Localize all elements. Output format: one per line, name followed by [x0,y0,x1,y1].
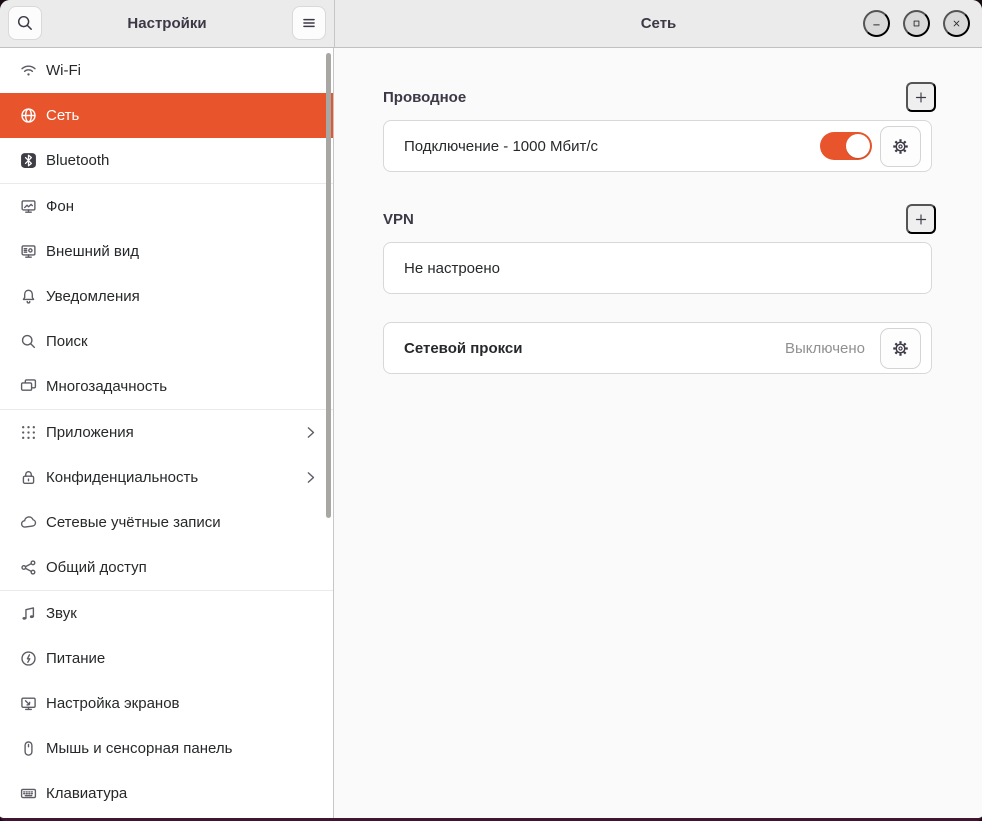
sidebar-item-label: Фон [46,198,319,215]
sidebar-item-network[interactable]: Сеть [0,93,333,138]
menu-button[interactable] [292,6,326,40]
sidebar-item-label: Питание [46,650,319,667]
sidebar-item-label: Общий доступ [46,559,319,576]
sidebar-item-background[interactable]: Фон [0,184,333,229]
wired-connection-row[interactable]: Подключение - 1000 Мбит/с [383,120,932,172]
sidebar-item-online-accounts[interactable]: Сетевые учётные записи [0,500,333,545]
search-icon [16,14,34,32]
content-header: Сеть [335,0,982,47]
sidebar-item-appearance[interactable]: Внешний вид [0,229,333,274]
add-vpn-button[interactable] [906,204,936,234]
minimize-icon [871,16,882,31]
wired-connection-label: Подключение - 1000 Мбит/с [404,138,820,155]
titlebar: Настройки Сеть [0,0,982,48]
page-title: Сеть [641,15,677,32]
sidebar-item-label: Bluetooth [46,152,319,169]
gear-icon [890,338,911,359]
sidebar-item-mouse[interactable]: Мышь и сенсорная панель [0,726,333,771]
sidebar-header: Настройки [0,0,335,47]
sidebar-item-search[interactable]: Поиск [0,319,333,364]
sidebar-item-multitasking[interactable]: Многозадачность [0,364,333,409]
vpn-section-title: VPN [383,211,414,228]
wired-settings-button[interactable] [880,126,921,167]
maximize-icon [911,16,922,31]
monitor-photo-icon [20,198,37,215]
vpn-section-header: VPN [383,208,932,230]
sidebar-item-apps[interactable]: Приложения [0,410,333,455]
sidebar-item-sharing[interactable]: Общий доступ [0,545,333,590]
wired-toggle[interactable] [820,132,872,160]
sidebar-item-label: Wi-Fi [46,62,319,79]
plus-icon [914,89,928,106]
plus-icon [914,211,928,228]
proxy-settings-button[interactable] [880,328,921,369]
hamburger-menu-icon [300,14,318,32]
music-note-icon [20,605,37,622]
sidebar-item-sound[interactable]: Звук [0,591,333,636]
sidebar-item-notifications[interactable]: Уведомления [0,274,333,319]
sidebar-item-label: Внешний вид [46,243,319,260]
app-grid-icon [20,424,37,441]
chevron-right-icon [302,469,319,486]
network-panel: Проводное Подключение - 1000 Мбит/с VPN [334,48,982,818]
display-icon [20,695,37,712]
bluetooth-icon [20,152,37,169]
wired-section-header: Проводное [383,86,932,108]
sidebar-item-label: Уведомления [46,288,319,305]
proxy-section: Сетевой прокси Выключено [383,322,932,374]
wired-section-title: Проводное [383,89,466,106]
sidebar-item-keyboard[interactable]: Клавиатура [0,771,333,816]
proxy-title: Сетевой прокси [404,340,785,357]
sidebar-item-label: Поиск [46,333,319,350]
vpn-empty-row: Не настроено [383,242,932,294]
power-icon [20,650,37,667]
sidebar-item-label: Многозадачность [46,378,319,395]
sidebar-item-label: Настройка экранов [46,695,319,712]
cloud-icon [20,514,37,531]
sidebar-list: Wi-Fi Сеть Bluetooth Фон Внешний вид Уведомле… [0,48,333,816]
proxy-status: Выключено [785,340,865,357]
sidebar-item-power[interactable]: Питание [0,636,333,681]
vpn-section: VPN Не настроено [383,208,932,294]
wired-section: Проводное Подключение - 1000 Мбит/с [383,86,932,172]
sidebar-item-label: Клавиатура [46,785,319,802]
close-button[interactable] [943,10,970,37]
mouse-icon [20,740,37,757]
proxy-row[interactable]: Сетевой прокси Выключено [383,322,932,374]
sidebar: Wi-Fi Сеть Bluetooth Фон Внешний вид Уведомле… [0,48,334,818]
sidebar-item-displays[interactable]: Настройка экранов [0,681,333,726]
sidebar-item-label: Сетевые учётные записи [46,514,319,531]
vpn-empty-label: Не настроено [404,260,921,277]
bell-icon [20,288,37,305]
add-wired-connection-button[interactable] [906,82,936,112]
sidebar-item-label: Мышь и сенсорная панель [46,740,319,757]
close-icon [951,16,962,31]
minimize-button[interactable] [863,10,890,37]
sidebar-scrollbar[interactable] [326,53,331,518]
sidebar-item-privacy[interactable]: Конфиденциальность [0,455,333,500]
magnifier-icon [20,333,37,350]
maximize-button[interactable] [903,10,930,37]
sidebar-item-label: Приложения [46,424,293,441]
share-icon [20,559,37,576]
sidebar-item-label: Звук [46,605,319,622]
appearance-icon [20,243,37,260]
chevron-right-icon [302,424,319,441]
sidebar-item-bluetooth[interactable]: Bluetooth [0,138,333,183]
sidebar-item-label: Сеть [46,107,319,124]
gear-icon [890,136,911,157]
wifi-icon [20,62,37,79]
overlapping-windows-icon [20,378,37,395]
window-controls [863,10,970,37]
sidebar-item-wifi[interactable]: Wi-Fi [0,48,333,93]
toggle-knob [846,134,870,158]
app-title: Настройки [127,15,206,32]
window-body: Wi-Fi Сеть Bluetooth Фон Внешний вид Уведомле… [0,48,982,818]
settings-window: Настройки Сеть Wi-Fi Сеть Bluetooth Фон Внеш… [0,0,982,821]
sidebar-item-label: Конфиденциальность [46,469,293,486]
keyboard-icon [20,785,37,802]
search-button[interactable] [8,6,42,40]
globe-icon [20,107,37,124]
lock-icon [20,469,37,486]
